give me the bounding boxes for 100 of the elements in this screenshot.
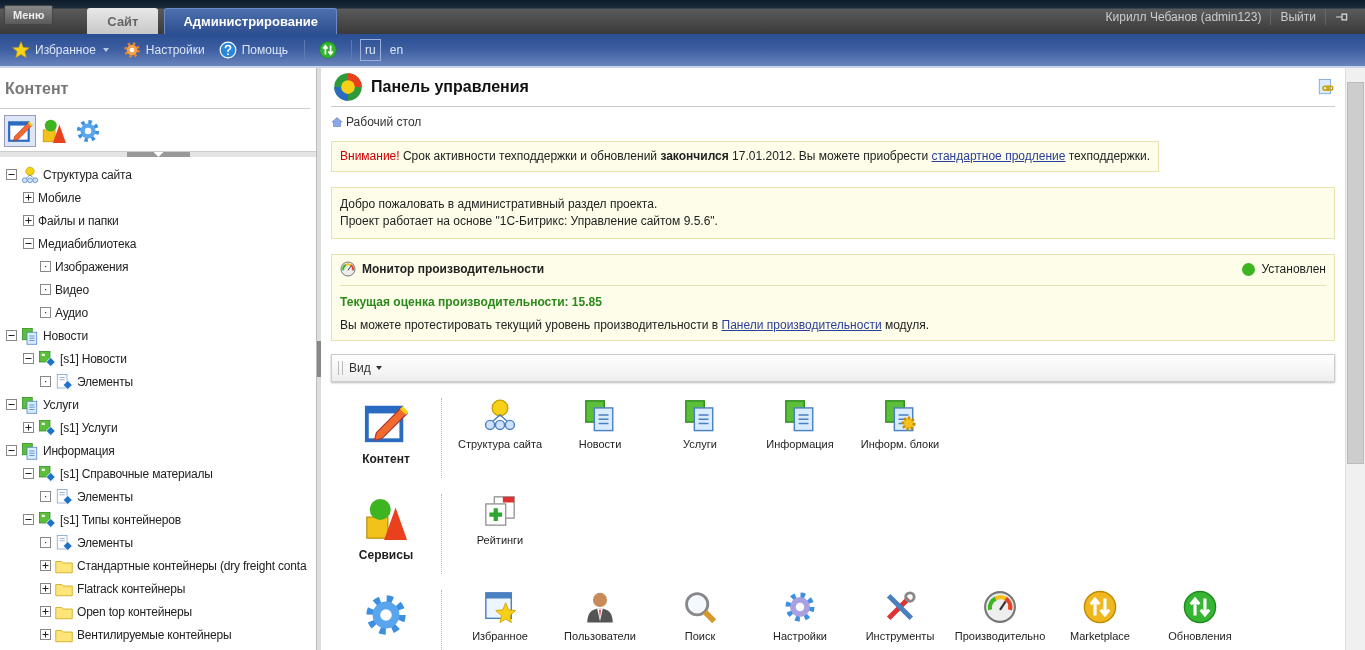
expand-icon[interactable] bbox=[40, 629, 51, 640]
welcome-text: Проект работает на основе "1С-Битрикс: Управление сайтом 9.5.6". bbox=[340, 213, 719, 230]
logo-icon bbox=[333, 72, 363, 102]
user-name[interactable]: Кирилл Чебанов (admin123) bbox=[1105, 10, 1262, 24]
collapse-icon[interactable] bbox=[6, 169, 17, 180]
module-link[interactable]: Избранное bbox=[472, 630, 528, 642]
tree-item[interactable]: Элементы bbox=[77, 374, 133, 389]
module-link[interactable]: Поиск bbox=[684, 630, 716, 642]
star-icon bbox=[12, 41, 30, 59]
tree-item[interactable]: Структура сайта bbox=[43, 167, 132, 182]
tree-item[interactable]: Изображения bbox=[55, 259, 129, 274]
tree-item[interactable]: Элементы bbox=[77, 489, 133, 504]
tree-item[interactable]: Видео bbox=[55, 282, 90, 297]
tree-item[interactable]: [s1] Услуги bbox=[60, 420, 118, 435]
document-diamond-icon bbox=[38, 418, 56, 437]
module-link[interactable]: Marketplace bbox=[1070, 630, 1130, 642]
collapse-icon[interactable] bbox=[6, 330, 17, 341]
document-diamond-icon bbox=[38, 349, 56, 368]
tab[interactable]: Администрирование bbox=[164, 8, 338, 34]
module-link[interactable]: Пользователи bbox=[564, 630, 636, 642]
tree-item[interactable]: Новости bbox=[43, 328, 89, 343]
tree-item[interactable]: Open top контейнеры bbox=[77, 604, 192, 619]
people-icon bbox=[21, 165, 39, 184]
breadcrumb-link[interactable]: Рабочий стол bbox=[346, 115, 422, 129]
tree-item[interactable]: [s1] Справочные материалы bbox=[60, 466, 213, 481]
expand-icon[interactable] bbox=[23, 215, 34, 226]
home-icon bbox=[331, 116, 343, 128]
module-link[interactable]: Настройки bbox=[773, 630, 827, 642]
documents-icon bbox=[21, 395, 39, 414]
expand-icon[interactable] bbox=[23, 422, 34, 433]
menu-button[interactable]: Меню bbox=[4, 5, 54, 25]
shapes-icon bbox=[363, 496, 409, 542]
mode-button[interactable] bbox=[4, 115, 36, 147]
documents-icon bbox=[21, 326, 39, 345]
collapse-icon[interactable] bbox=[23, 238, 34, 249]
tree-item[interactable]: Стандартные контейнеры (dry freight conta bbox=[77, 558, 307, 573]
tree-item[interactable]: Мобиле bbox=[38, 190, 81, 205]
view-menu-button[interactable]: Вид bbox=[349, 361, 382, 375]
resize-handle[interactable] bbox=[0, 151, 316, 157]
document-diamond-icon bbox=[38, 510, 56, 529]
module-link[interactable]: Инструменты bbox=[865, 630, 935, 642]
toolbar-button[interactable]: Избранное bbox=[10, 41, 117, 59]
arrows-icon bbox=[1083, 590, 1117, 624]
section-title[interactable]: Сервисы bbox=[358, 548, 414, 562]
pencil-window-icon bbox=[7, 118, 33, 144]
page-diamond-icon bbox=[55, 533, 73, 552]
shapes-icon bbox=[41, 118, 67, 144]
gear-icon bbox=[363, 592, 409, 638]
module-link[interactable]: Рейтинги bbox=[476, 534, 524, 546]
documents-plus-icon bbox=[483, 494, 517, 528]
collapse-icon[interactable] bbox=[6, 445, 17, 456]
documents-gear-icon bbox=[883, 398, 917, 432]
status-text: Установлен bbox=[1261, 262, 1326, 276]
section-title[interactable]: Контент bbox=[362, 452, 410, 466]
module-link[interactable]: Новости bbox=[578, 438, 622, 450]
module-link[interactable]: Информ. блоки bbox=[860, 438, 940, 450]
performance-score: Текущая оценка производительности: 15.85 bbox=[340, 294, 603, 311]
tab[interactable]: Сайт bbox=[87, 8, 159, 34]
tree-item[interactable]: Аудио bbox=[55, 305, 88, 320]
module-link[interactable]: Производительно bbox=[954, 630, 1046, 642]
expand-icon[interactable] bbox=[40, 606, 51, 617]
tree-item[interactable]: Информация bbox=[43, 443, 115, 458]
arrows-icon bbox=[1183, 590, 1217, 624]
caret-icon bbox=[375, 366, 382, 370]
language-button[interactable]: ru bbox=[360, 39, 381, 61]
collapse-icon[interactable] bbox=[6, 399, 17, 410]
tree-item[interactable]: Элементы bbox=[77, 535, 133, 550]
module-link[interactable]: Обновления bbox=[1168, 630, 1232, 642]
tree-item[interactable]: [s1] Новости bbox=[60, 351, 127, 366]
collapse-icon[interactable] bbox=[23, 514, 34, 525]
splitter[interactable] bbox=[316, 68, 321, 650]
warning-message: Внимание! Срок активности техподдержки и обновлений закончился 17.01.2012. Вы можете приобрести стандартное продление техподдержки. bbox=[340, 148, 1151, 165]
logout-link[interactable]: Выйти bbox=[1280, 10, 1316, 24]
gear-icon bbox=[783, 590, 817, 624]
module-link[interactable]: Структура сайта bbox=[457, 438, 542, 450]
tree-item[interactable]: Flatrack контейнеры bbox=[77, 581, 186, 596]
sidebar-title: Контент bbox=[0, 68, 310, 109]
expand-icon[interactable] bbox=[40, 560, 51, 571]
welcome-text: Добро пожаловать в административный раздел проекта. bbox=[340, 196, 659, 213]
performance-panel-link[interactable]: Панели производительности bbox=[721, 318, 882, 332]
tree-item[interactable]: Вентилируемые контейнеры bbox=[77, 627, 232, 642]
monitor-title: Монитор производительности bbox=[362, 262, 545, 276]
toolbar-button[interactable]: Помощь bbox=[216, 41, 297, 59]
help-icon bbox=[218, 41, 237, 59]
gear-icon bbox=[75, 118, 101, 144]
toolbar-button[interactable]: Настройки bbox=[120, 41, 213, 59]
tree-item[interactable]: [s1] Типы контейнеров bbox=[60, 512, 181, 527]
expand-icon[interactable] bbox=[23, 192, 34, 203]
tree-item[interactable]: Услуги bbox=[43, 397, 79, 412]
tree-item[interactable]: Файлы и папки bbox=[38, 213, 119, 228]
renewal-link[interactable]: стандартное продление bbox=[931, 149, 1066, 163]
scrollbar[interactable] bbox=[1345, 68, 1365, 650]
module-link[interactable]: Информация bbox=[766, 438, 834, 450]
collapse-icon[interactable] bbox=[23, 353, 34, 364]
language-button[interactable]: en bbox=[384, 39, 409, 61]
tree-item[interactable]: Медиабиблиотека bbox=[38, 236, 137, 251]
collapse-icon[interactable] bbox=[23, 468, 34, 479]
expand-icon[interactable] bbox=[40, 583, 51, 594]
monitor-text: Вы можете протестировать текущий уровень производительности в Панели производительности модуля. bbox=[340, 317, 931, 334]
module-link[interactable]: Услуги bbox=[683, 438, 717, 450]
